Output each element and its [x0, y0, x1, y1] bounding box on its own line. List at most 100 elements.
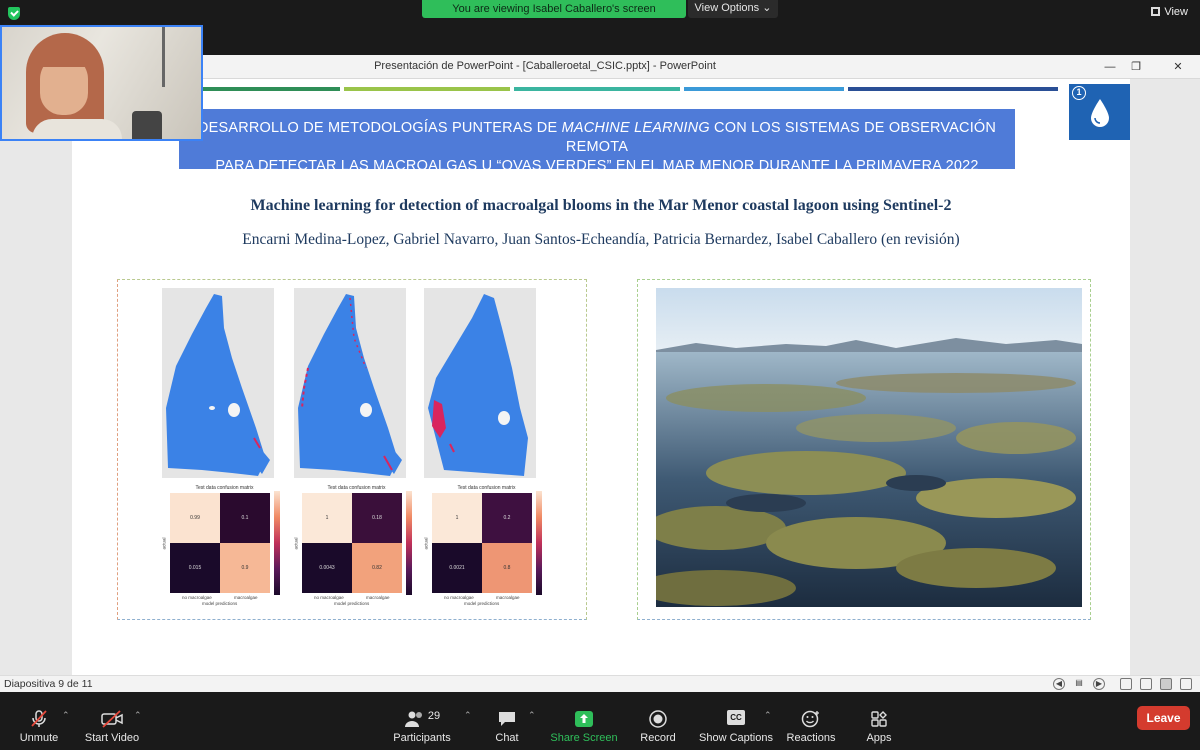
apps-button[interactable]: Apps: [862, 710, 896, 744]
record-button[interactable]: Record: [638, 710, 678, 744]
cm-cell: 0.015: [170, 543, 220, 593]
reactions-label: Reactions: [786, 732, 836, 744]
chevron-down-icon: ⌄: [762, 2, 772, 14]
powerpoint-window: Presentación de PowerPoint - [Caballeroe…: [0, 55, 1200, 692]
header-stripe: [684, 87, 844, 91]
paper-title: Machine learning for detection of macroa…: [250, 197, 952, 214]
unmute-label: Unmute: [19, 732, 59, 744]
chat-options-caret[interactable]: ⌃: [528, 710, 536, 721]
close-icon[interactable]: ✕: [1166, 58, 1190, 76]
captions-options-caret[interactable]: ⌃: [764, 710, 772, 721]
logo-number: 1: [1072, 86, 1086, 100]
cm-x-label: model predictions: [464, 601, 500, 606]
participants-count: 29: [427, 710, 441, 722]
chat-button[interactable]: Chat: [492, 710, 522, 744]
background-lamp: [162, 27, 165, 87]
participants-icon: 29: [400, 710, 444, 728]
title-line1-em: MACHINE LEARNING: [561, 120, 710, 136]
cm-cell: 0.1: [220, 493, 270, 543]
security-shield-icon[interactable]: [8, 7, 20, 20]
cm-y-label: actual: [423, 537, 429, 550]
zoom-top-bar: You are viewing Isabel Caballero's scree…: [0, 0, 1200, 25]
chat-bubble-icon: [499, 712, 515, 726]
slide-area: DESARROLLO DE METODOLOGÍAS PUNTERAS DE M…: [0, 79, 1200, 675]
cm-x-label: model predictions: [334, 601, 370, 606]
participants-button[interactable]: 29 Participants: [390, 710, 454, 744]
classification-map: [162, 288, 274, 478]
view-options-button[interactable]: View Options ⌄: [688, 0, 778, 18]
cm-cell: 0.9: [220, 543, 270, 593]
video-options-caret[interactable]: ⌃: [134, 710, 142, 721]
show-captions-label: Show Captions: [699, 732, 773, 744]
powerpoint-status-bar: Diapositiva 9 de 11 ◀ ▤ ▶: [0, 675, 1200, 692]
record-label: Record: [640, 732, 676, 744]
start-video-label: Start Video: [84, 732, 140, 744]
macroalgae-lagoon-photo: [656, 288, 1082, 607]
slide-sorter-icon[interactable]: ▤: [1073, 678, 1085, 690]
background-chair: [132, 111, 162, 139]
colorbar: [406, 491, 412, 595]
grid-view-icon: [1151, 7, 1161, 16]
apps-icon: [871, 711, 887, 727]
leave-button[interactable]: Leave: [1137, 706, 1190, 730]
start-video-button[interactable]: Start Video: [84, 710, 140, 744]
view-options-label: View Options: [694, 2, 760, 14]
cm-cell: 1: [302, 493, 352, 543]
previous-slide-icon[interactable]: ◀: [1053, 678, 1065, 690]
paper-authors: Encarni Medina-Lopez, Gabriel Navarro, J…: [242, 231, 960, 248]
cm-x-tick: no macroalgae: [182, 595, 212, 600]
unmute-button[interactable]: Unmute: [18, 710, 60, 744]
share-screen-label: Share Screen: [550, 732, 618, 744]
cm-x-tick: no macroalgae: [444, 595, 474, 600]
reading-view-icon[interactable]: [1160, 678, 1172, 690]
cm-cell: 0.0021: [432, 543, 482, 593]
cm-cell: 0.82: [352, 543, 402, 593]
slideshow-icon[interactable]: [1180, 678, 1192, 690]
confusion-matrix: Test data confusion matrix 0.99 0.1 0.01…: [161, 485, 287, 606]
record-icon: [649, 710, 667, 728]
normal-view-icon[interactable]: [1120, 678, 1132, 690]
apps-label: Apps: [866, 732, 892, 744]
cm-x-tick: macroalgae: [496, 595, 520, 600]
microphone-muted-icon: [31, 710, 47, 727]
slide-counter: Diapositiva 9 de 11: [4, 678, 93, 690]
view-button[interactable]: View: [1151, 6, 1188, 18]
header-stripe: [202, 87, 340, 91]
cm-x-tick: macroalgae: [234, 595, 258, 600]
show-captions-button[interactable]: CC Show Captions: [698, 710, 774, 744]
captions-badge: CC: [727, 710, 745, 725]
audio-options-caret[interactable]: ⌃: [62, 710, 70, 721]
participant-shirt: [32, 119, 122, 139]
participant-video-tile[interactable]: [0, 25, 203, 141]
participants-options-caret[interactable]: ⌃: [464, 710, 472, 721]
colorbar: [536, 491, 542, 595]
slide: DESARROLLO DE METODOLOGÍAS PUNTERAS DE M…: [72, 79, 1130, 675]
title-line2: PARA DETECTAR LAS MACROALGAS U “OVAS VER…: [215, 158, 979, 174]
restore-icon[interactable]: ❐: [1124, 58, 1148, 76]
minimize-icon[interactable]: —: [1098, 58, 1122, 76]
cm-y-label: actual: [161, 537, 167, 550]
header-stripe: [344, 87, 510, 91]
next-slide-icon[interactable]: ▶: [1093, 678, 1105, 690]
cm-cell: 0.2: [482, 493, 532, 543]
header-stripe: [848, 87, 1058, 91]
cm-y-label: actual: [293, 537, 299, 550]
cm-cell: 1: [432, 493, 482, 543]
confusion-matrix: Test data confusion matrix 1 0.18 0.0043…: [293, 485, 419, 606]
captions-icon: CC: [698, 710, 774, 728]
header-stripe: [514, 87, 680, 91]
results-figure-frame: Test data confusion matrix 0.99 0.1 0.01…: [117, 279, 587, 620]
view-label: View: [1164, 6, 1188, 18]
grid-view-icon[interactable]: [1140, 678, 1152, 690]
chat-label: Chat: [495, 732, 519, 744]
reactions-button[interactable]: Reactions: [786, 710, 836, 744]
cm-title: Test data confusion matrix: [457, 485, 516, 491]
slide-title: DESARROLLO DE METODOLOGÍAS PUNTERAS DE M…: [179, 109, 1015, 174]
water-logo: 1: [1069, 84, 1130, 140]
cm-cell: 0.99: [170, 493, 220, 543]
cm-x-tick: macroalgae: [366, 595, 390, 600]
classification-map: [294, 288, 406, 478]
confusion-matrix: Test data confusion matrix 1 0.2 0.0021 …: [423, 485, 549, 606]
share-screen-button[interactable]: Share Screen: [548, 710, 620, 744]
cm-title: Test data confusion matrix: [327, 485, 386, 491]
